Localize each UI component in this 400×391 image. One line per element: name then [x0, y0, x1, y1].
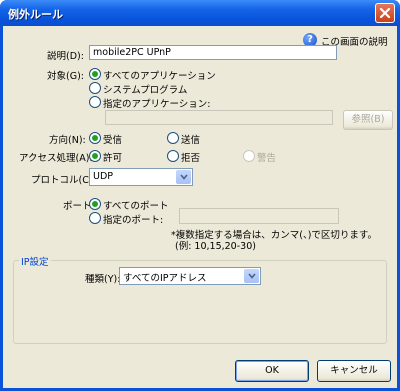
ip-type-label: 種類(Y): — [85, 274, 121, 285]
port-note-line2: (例: 10,15,20-30) — [175, 241, 256, 252]
close-button[interactable] — [375, 3, 395, 23]
target-system-program-radio[interactable] — [89, 82, 101, 94]
app-path-input[interactable] — [105, 110, 333, 125]
close-icon — [379, 7, 391, 19]
access-allow-label[interactable]: 許可 — [103, 150, 122, 164]
dialog-title: 例外ルール — [8, 8, 63, 21]
protocol-label: プロトコル(C): — [31, 175, 96, 186]
direction-inbound-radio[interactable] — [89, 132, 101, 144]
target-label: 対象(G): — [47, 71, 84, 82]
direction-outbound-radio[interactable] — [167, 132, 179, 144]
access-deny-radio[interactable] — [167, 150, 179, 162]
access-warn-label[interactable]: 警告 — [257, 150, 276, 164]
target-specified-app-radio[interactable] — [89, 96, 101, 108]
target-system-program-label[interactable]: システムプログラム — [103, 82, 187, 96]
access-deny-label[interactable]: 拒否 — [181, 150, 200, 164]
description-input[interactable]: mobile2PC UPnP — [89, 45, 337, 60]
ip-type-value: すべてのIPアドレス — [123, 273, 207, 284]
chevron-down-icon[interactable] — [244, 269, 259, 283]
description-label: 説明(D): — [47, 51, 84, 62]
access-label: アクセス処理(A): — [19, 153, 93, 164]
direction-label: 方向(N): — [49, 135, 86, 146]
access-allow-radio[interactable] — [89, 150, 101, 162]
target-specified-app-label[interactable]: 指定のアプリケーション: — [103, 96, 211, 110]
ok-button[interactable]: OK — [235, 360, 309, 382]
chevron-down-icon[interactable] — [176, 170, 191, 184]
browse-button[interactable]: 参照(B) — [343, 110, 393, 130]
access-warn-radio[interactable] — [243, 150, 255, 162]
port-all-radio[interactable] — [89, 198, 101, 210]
ip-settings-title: IP設定 — [19, 254, 51, 268]
dialog-client: ? この画面の説明 説明(D): mobile2PC UPnP 対象(G): す… — [3, 26, 397, 388]
dialog-window: 例外ルール ? この画面の説明 説明(D): mobile2PC UPnP 対象… — [0, 0, 400, 391]
title-bar[interactable]: 例外ルール — [0, 0, 400, 26]
target-all-apps-radio[interactable] — [89, 68, 101, 80]
protocol-value: UDP — [93, 171, 113, 182]
direction-outbound-label[interactable]: 送信 — [181, 132, 200, 146]
port-all-label[interactable]: すべてのポート — [103, 198, 168, 212]
target-all-apps-label[interactable]: すべてのアプリケーション — [103, 68, 216, 82]
direction-inbound-label[interactable]: 受信 — [103, 132, 122, 146]
ip-type-select[interactable]: すべてのIPアドレス — [119, 267, 261, 285]
port-input[interactable] — [179, 208, 339, 224]
port-specified-radio[interactable] — [89, 212, 101, 224]
cancel-button[interactable]: キャンセル — [317, 360, 391, 382]
protocol-select[interactable]: UDP — [89, 168, 193, 186]
port-specified-label[interactable]: 指定のポート: — [103, 212, 163, 226]
